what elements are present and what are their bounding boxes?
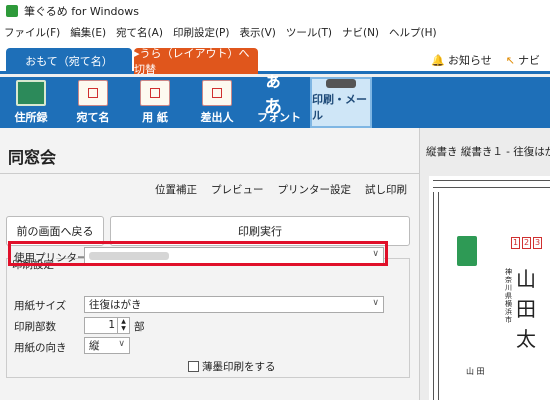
toolbar-label: 差出人 — [200, 111, 234, 124]
tab-ura-switch[interactable]: ▸うら（レイアウト）へ切替 — [134, 47, 258, 76]
zip-digit: 1 — [511, 237, 520, 249]
paper-icon — [140, 80, 170, 106]
copies-label: 印刷部数 — [14, 321, 56, 333]
menu-tools[interactable]: ツール(T) — [286, 25, 332, 40]
chevron-down-icon: ∨ — [118, 339, 125, 349]
checkbox-box[interactable] — [188, 361, 199, 372]
print-links: 位置補正 プレビュー プリンター設定 試し印刷 — [141, 182, 407, 197]
sender-icon — [202, 80, 232, 106]
preview-link[interactable]: プレビュー — [211, 182, 264, 197]
menu-bar: ファイル(F) 編集(E) 宛て名(A) 印刷設定(P) 表示(V) ツール(T… — [0, 22, 550, 42]
recipient-address: 神奈川県横浜市 — [505, 268, 512, 324]
main-toolbar: 住所録 宛て名 用 紙 差出人 ぁあ フォント 印刷・メール — [0, 71, 550, 128]
bell-icon: 🔔 — [431, 53, 445, 67]
orientation-label: 用紙の向き — [14, 342, 67, 354]
toolbar-label: 住所録 — [14, 111, 48, 124]
menu-file[interactable]: ファイル(F) — [4, 25, 60, 40]
zip-digit: 3 — [533, 237, 542, 249]
menu-view[interactable]: 表示(V) — [239, 25, 275, 40]
printer-settings-link[interactable]: プリンター設定 — [278, 182, 352, 197]
toolbar-font[interactable]: ぁあ フォント — [248, 71, 310, 128]
font-icon: ぁあ — [264, 71, 282, 118]
sender-name: 山 田 — [466, 367, 485, 376]
toolbar-sender[interactable]: 差出人 — [186, 77, 248, 128]
stepper-arrows-icon[interactable]: ▲ ▼ — [117, 318, 129, 333]
orientation-value: 縦 — [89, 340, 100, 352]
copies-unit: 部 — [134, 321, 145, 333]
divider — [0, 173, 419, 174]
chevron-down-icon: ∨ — [372, 298, 379, 308]
recipient-name: 山田太 — [516, 267, 536, 351]
window-title: 筆ぐるめ for Windows — [24, 5, 140, 18]
test-print-link[interactable]: 試し印刷 — [365, 182, 407, 197]
toolbar-label: フォント — [257, 111, 301, 124]
toolbar-label: 宛て名 — [76, 111, 110, 124]
navi-link[interactable]: ナビ — [518, 52, 540, 68]
top-right-links: 🔔 お知らせ ↖ ナビ — [431, 52, 540, 68]
page-title: 同窓会 — [8, 148, 57, 167]
news-link[interactable]: お知らせ — [448, 52, 492, 68]
menu-navi[interactable]: ナビ(N) — [342, 25, 379, 40]
toolbar-paper[interactable]: 用 紙 — [124, 77, 186, 128]
ruler-side — [433, 192, 439, 400]
zip-digit: 2 — [522, 237, 531, 249]
title-bar: 筆ぐるめ for Windows — [0, 0, 550, 22]
print-panel: 同窓会 位置補正 プレビュー プリンター設定 試し印刷 前の画面へ戻る 印刷実行… — [0, 128, 419, 400]
menu-help[interactable]: ヘルプ(H) — [389, 25, 437, 40]
orientation-select[interactable]: 縦 ∨ — [84, 337, 130, 354]
copies-stepper[interactable]: 1 ▲ ▼ — [84, 317, 130, 334]
flower-stamp-icon — [457, 236, 477, 266]
navi-cursor-icon: ↖ — [505, 53, 515, 67]
toolbar-address-book[interactable]: 住所録 — [0, 77, 62, 128]
toolbar-label: 用 紙 — [142, 111, 168, 124]
preview-title: 縦書き 縦書き１ - 往復はがき — [426, 146, 550, 158]
paper-size-select[interactable]: 往復はがき ∨ — [84, 296, 384, 313]
paper-size-label: 用紙サイズ — [14, 300, 67, 312]
tab-omote[interactable]: おもて（宛て名） — [6, 48, 132, 74]
postal-code-boxes: 1 2 3 — [511, 237, 544, 249]
postcard-icon — [78, 80, 108, 106]
printer-highlight-box — [8, 241, 388, 266]
menu-print-settings[interactable]: 印刷設定(P) — [173, 25, 230, 40]
toolbar-label: 印刷・メール — [312, 93, 367, 122]
menu-edit[interactable]: 編集(E) — [70, 25, 106, 40]
thin-print-checkbox[interactable]: 薄墨印刷をする — [188, 359, 276, 374]
thin-print-label: 薄墨印刷をする — [202, 361, 276, 373]
address-book-icon — [16, 80, 46, 106]
printer-icon — [326, 79, 356, 88]
app-icon — [6, 5, 18, 17]
toolbar-recipient[interactable]: 宛て名 — [62, 77, 124, 128]
toolbar-print-mail[interactable]: 印刷・メール — [310, 77, 372, 128]
menu-address[interactable]: 宛て名(A) — [116, 25, 163, 40]
copies-value: 1 — [108, 319, 115, 331]
ruler-top — [433, 180, 550, 188]
paper-size-value: 往復はがき — [89, 299, 142, 311]
position-adjust-link[interactable]: 位置補正 — [155, 182, 197, 197]
